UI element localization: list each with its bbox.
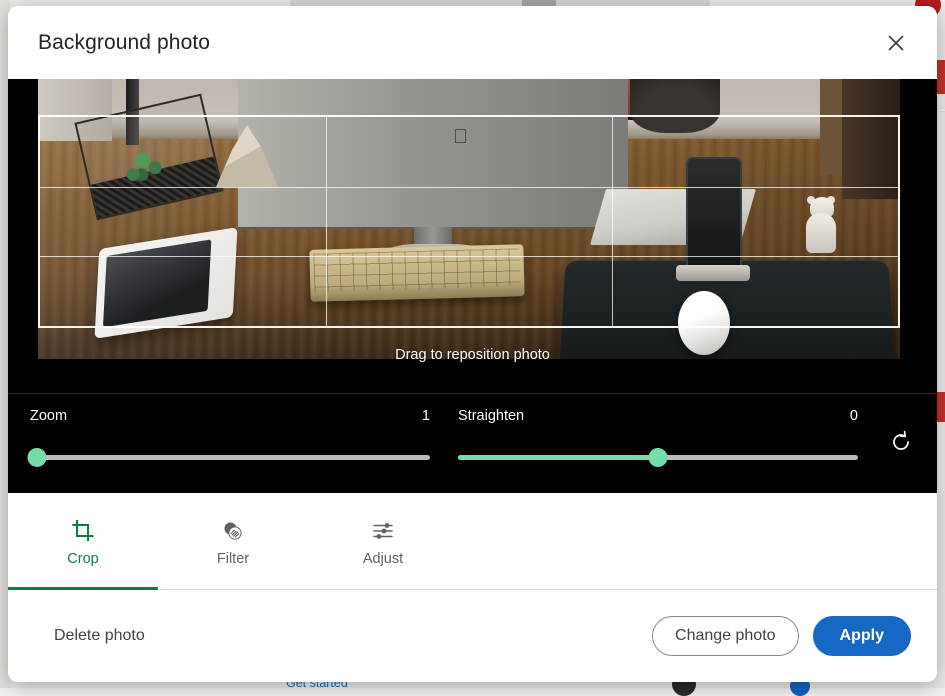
straighten-slider-header: Straighten 0 — [458, 408, 858, 424]
straighten-slider-group: Straighten 0 — [458, 408, 858, 466]
dialog-footer: Delete photo Change photo Apply — [8, 590, 937, 682]
straighten-slider-value: 0 — [850, 408, 858, 424]
filter-icon — [221, 518, 245, 544]
zoom-slider-track-wrap[interactable] — [30, 448, 430, 466]
zoom-slider-header: Zoom 1 — [30, 408, 430, 424]
zoom-slider-track[interactable] — [30, 455, 430, 460]
tab-filter-label: Filter — [217, 551, 249, 567]
close-button[interactable] — [877, 24, 915, 62]
straighten-slider-label: Straighten — [458, 408, 524, 424]
tab-crop-label: Crop — [67, 551, 98, 567]
slider-panel: Zoom 1 Straighten 0 — [8, 393, 937, 493]
straighten-slider-thumb[interactable] — [649, 448, 668, 467]
delete-photo-button[interactable]: Delete photo — [52, 621, 652, 651]
straighten-slider-fill — [458, 455, 658, 460]
background-photo-dialog: Background photo  — [8, 6, 937, 682]
adjust-icon — [371, 518, 395, 544]
zoom-slider-thumb[interactable] — [28, 448, 47, 467]
tab-crop[interactable]: Crop — [8, 493, 158, 589]
change-photo-button[interactable]: Change photo — [652, 616, 799, 656]
rotate-reset-icon — [888, 429, 914, 455]
straighten-slider-track-wrap[interactable] — [458, 448, 858, 466]
crop-icon — [71, 518, 95, 544]
zoom-slider-value: 1 — [422, 408, 430, 424]
close-icon — [886, 33, 906, 53]
crop-gridline-horizontal-1 — [40, 187, 898, 188]
crop-gridline-vertical-1 — [326, 117, 327, 326]
page-title: Background photo — [38, 31, 877, 55]
dialog-header: Background photo — [8, 6, 937, 79]
photo-stage[interactable]:  — [8, 79, 937, 393]
backdrop-red-tab — [937, 60, 945, 94]
zoom-slider-group: Zoom 1 — [30, 408, 430, 466]
crop-gridline-vertical-2 — [612, 117, 613, 326]
crop-gridline-horizontal-2 — [40, 256, 898, 257]
editor-tabbar: Crop Filter — [8, 493, 937, 590]
tab-filter[interactable]: Filter — [158, 493, 308, 589]
crop-frame[interactable] — [38, 115, 900, 328]
backdrop-divider — [940, 110, 945, 112]
tab-adjust-label: Adjust — [363, 551, 403, 567]
zoom-slider-label: Zoom — [30, 408, 67, 424]
reset-button[interactable] — [881, 422, 921, 462]
tab-adjust[interactable]: Adjust — [308, 493, 458, 589]
apply-button[interactable]: Apply — [813, 616, 911, 656]
